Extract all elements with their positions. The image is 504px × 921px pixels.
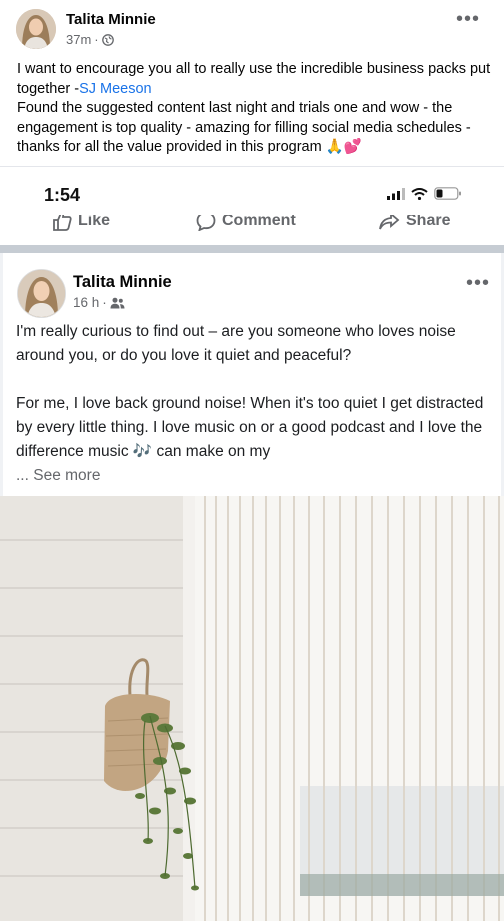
globe-icon [101,33,114,46]
avatar[interactable] [16,9,56,49]
comment-label: Comment [222,215,296,229]
feed-divider [0,245,504,253]
see-more-link[interactable]: See more [33,467,100,484]
like-icon [53,215,72,231]
share-icon [379,215,400,230]
post-card: Talita Minnie 37m · ••• I want to encour… [0,0,504,166]
share-label: Share [406,215,451,229]
status-icons [387,187,462,200]
like-button[interactable]: Like [52,215,110,231]
post-author[interactable]: Talita Minnie [66,11,156,28]
group-icon [110,297,125,308]
post-text-body: Found the suggested content last night a… [17,100,471,155]
comment-icon [196,215,216,231]
embedded-post-meta: 16 h · [73,295,125,310]
embedded-post-time[interactable]: 16 h [73,295,99,310]
see-more-prefix: ... [16,467,34,484]
signal-icon [387,187,405,200]
post-photo[interactable] [0,496,504,921]
battery-icon [434,187,461,200]
post-time[interactable]: 37m [66,32,91,47]
like-label: Like [78,215,111,229]
meta-separator: · [102,295,107,310]
meta-separator: · [94,32,99,47]
status-time: 1:54 [44,185,81,205]
post-meta: 37m · [66,32,114,47]
embedded-avatar[interactable] [17,269,66,318]
post-text: I want to encourage you all to really us… [17,60,492,158]
comment-button[interactable]: Comment [196,215,296,231]
phone-status-bar: 1:54 [0,167,504,215]
embedded-post-paragraph-2: For me, I love back ground noise! When i… [16,395,484,460]
embedded-post-author[interactable]: Talita Minnie [73,273,172,292]
mention-link[interactable]: SJ Meeson [79,81,152,97]
embedded-post-text: I'm really curious to find out – are you… [16,320,492,488]
post-actions-bar: Like Comment Share [0,215,504,245]
share-button[interactable]: Share [378,215,450,231]
embedded-post-paragraph-1: I'm really curious to find out – are you… [16,323,456,364]
post-menu-button[interactable]: ••• [456,9,480,29]
embedded-post-menu-button[interactable]: ••• [466,273,490,293]
wifi-icon [411,187,428,200]
